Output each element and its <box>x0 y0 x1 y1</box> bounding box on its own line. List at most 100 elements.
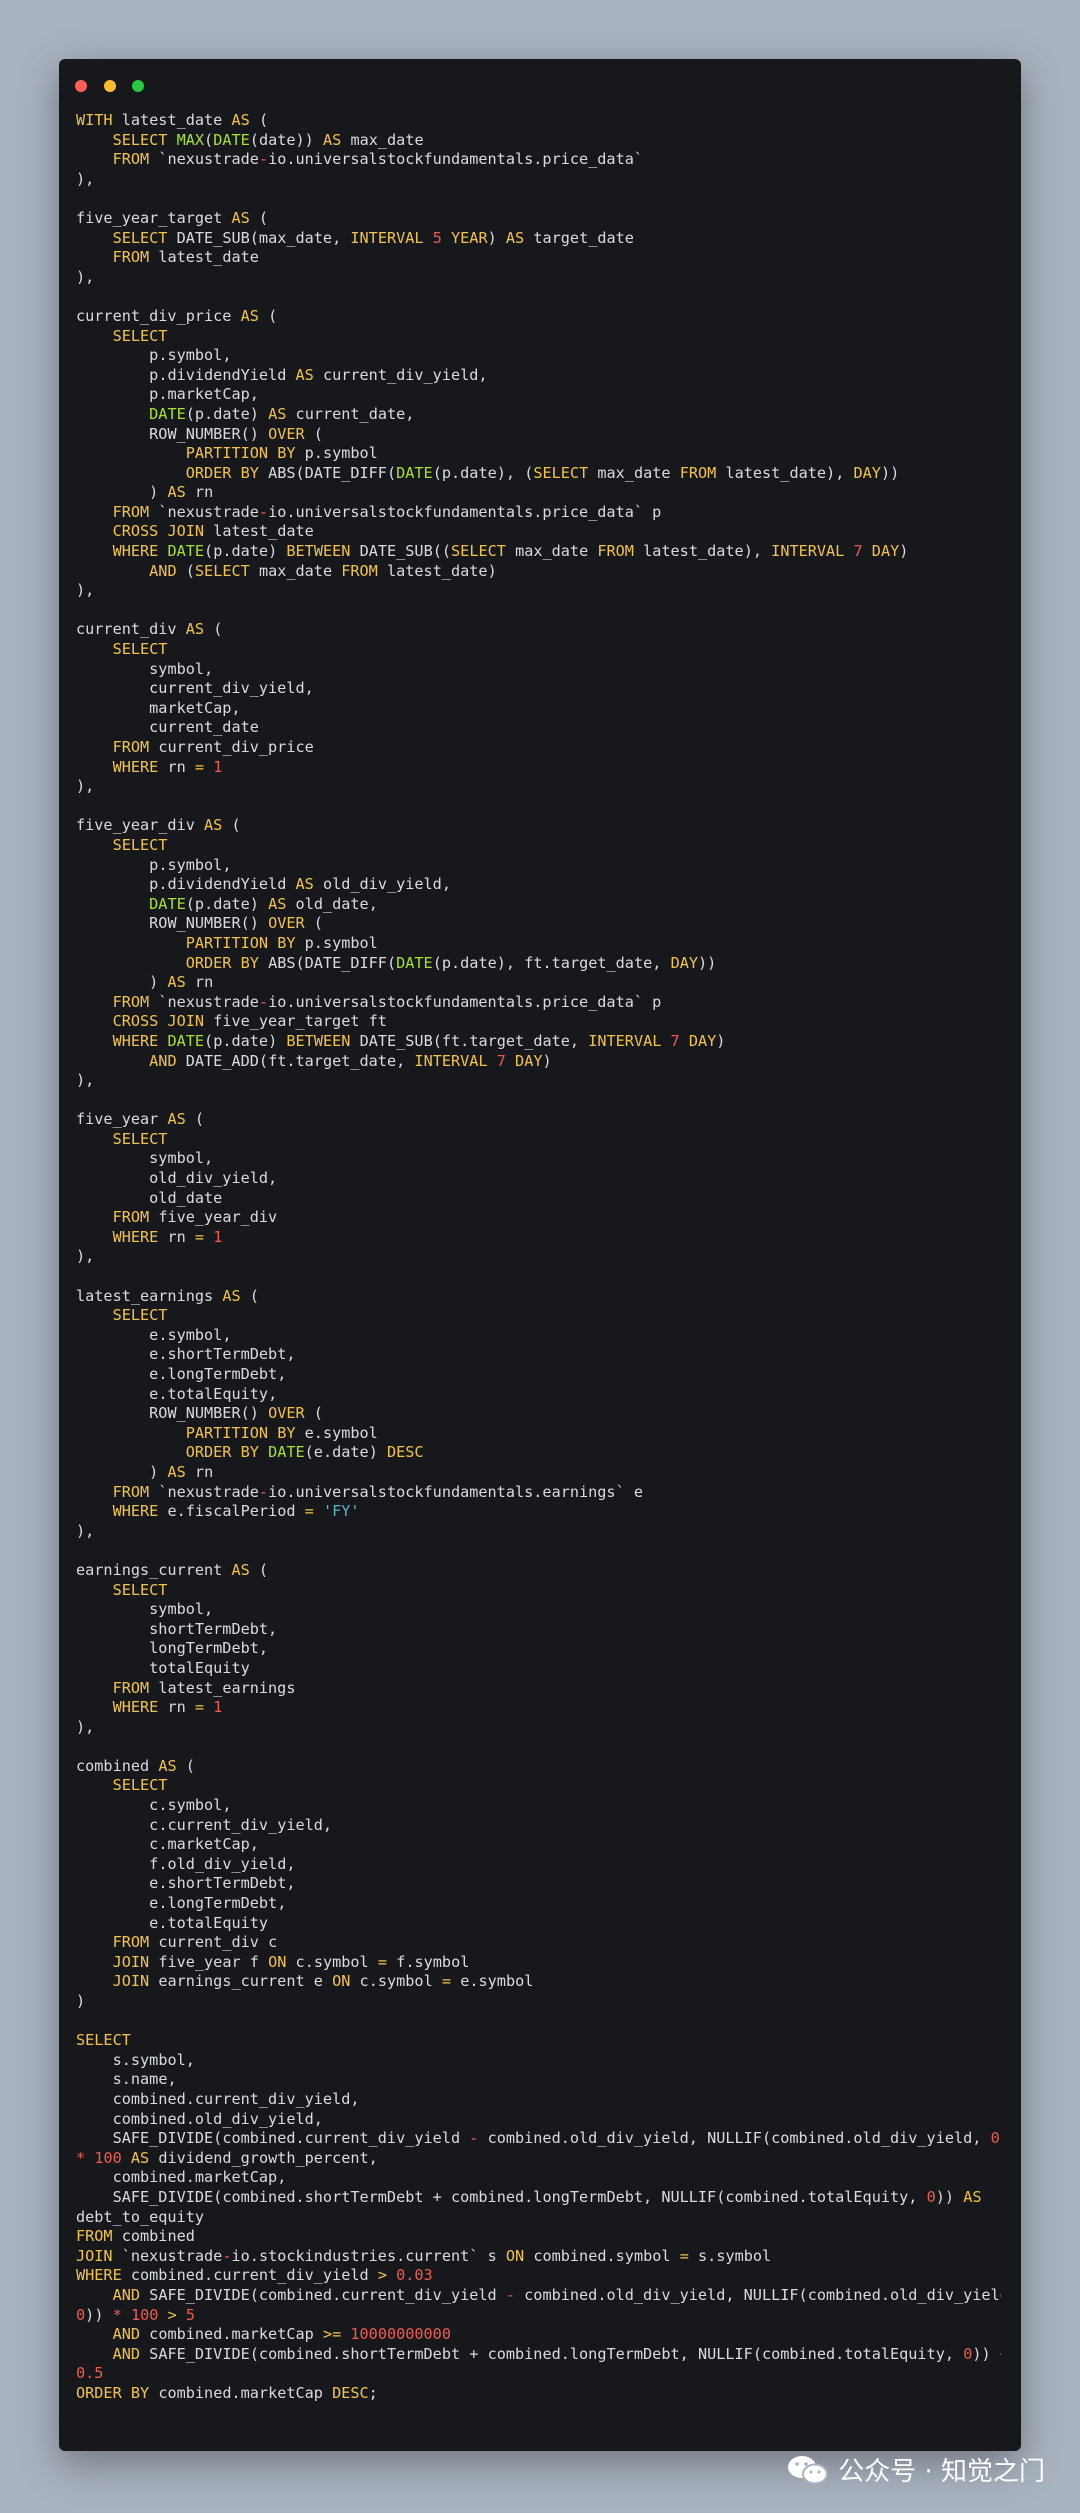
code-line: SELECT <box>112 640 168 659</box>
minimize-dot-icon[interactable] <box>103 80 116 92</box>
code-line: ROW_NUMBER() OVER ( <box>149 424 323 443</box>
code-line: five_year AS ( <box>76 1110 205 1129</box>
code-line: ) AS rn <box>149 483 214 502</box>
code-line: e.shortTermDebt, <box>149 1345 296 1364</box>
code-line: FROM current_div c <box>112 1933 278 1952</box>
code-line: five_year_target AS ( <box>76 208 269 227</box>
code-line: CROSS JOIN five_year_target ft <box>112 1012 387 1031</box>
code-line: SELECT <box>76 2031 131 2050</box>
code-line: WHERE rn = 1 <box>112 1698 223 1717</box>
code-line: shortTermDebt, <box>149 1619 278 1638</box>
code-line: combined.current_div_yield, <box>112 2089 360 2108</box>
code-line: e.symbol, <box>149 1325 232 1344</box>
code-line: SAFE_DIVIDE(combined.current_div_yield -… <box>112 2129 1001 2148</box>
code-line: AND DATE_ADD(ft.target_date, INTERVAL 7 … <box>149 1051 552 1070</box>
code-line: earnings_current AS ( <box>76 1560 269 1579</box>
code-line: DATE(p.date) AS current_date, <box>149 404 415 423</box>
code-line: SELECT <box>112 1129 168 1148</box>
code-line: current_div AS ( <box>76 620 223 639</box>
code-line: c.current_div_yield, <box>149 1815 333 1834</box>
code-line: symbol, <box>149 1600 214 1619</box>
code-line: e.totalEquity, <box>149 1384 278 1403</box>
code-line: old_div_yield, <box>149 1169 278 1188</box>
code-line: AND (SELECT max_date FROM latest_date) <box>149 561 497 580</box>
code-line: ), <box>76 267 95 286</box>
code-line: ), <box>76 1521 95 1540</box>
code-line: totalEquity <box>149 1658 250 1677</box>
code-line: FROM current_div_price <box>112 738 314 756</box>
code-line: FROM `nexustrade-io.universalstockfundam… <box>112 1482 644 1501</box>
code-line: ) <box>76 1992 86 2010</box>
window-controls <box>75 77 151 96</box>
code-line: WHERE DATE(p.date) BETWEEN DATE_SUB(ft.t… <box>112 1031 726 1050</box>
code-window: WITH latest_date AS ( SELECT MAX(DATE(da… <box>59 59 1021 2451</box>
code-line: SELECT DATE_SUB(max_date, INTERVAL 5 YEA… <box>112 228 634 247</box>
code-line: s.name, <box>112 2070 177 2089</box>
code-line: p.marketCap, <box>149 385 259 404</box>
code-line: SELECT <box>112 326 168 345</box>
code-line: AND combined.marketCap >= 10000000000 <box>112 2325 451 2344</box>
code-line: c.symbol, <box>149 1796 232 1815</box>
code-line: FROM latest_earnings <box>112 1678 296 1697</box>
code-line: current_div_price AS ( <box>76 306 278 325</box>
code-line: longTermDebt, <box>149 1639 269 1658</box>
code-line: s.symbol, <box>112 2050 195 2069</box>
code-line: ), <box>76 1717 95 1736</box>
code-line: e.longTermDebt, <box>149 1894 287 1913</box>
code-line: ORDER BY combined.marketCap DESC; <box>76 2383 378 2402</box>
code-line: e.shortTermDebt, <box>149 1874 296 1893</box>
watermark-text: 公众号 · 知觉之门 <box>838 2457 1045 2487</box>
code-line: DATE(p.date) AS old_date, <box>149 894 378 913</box>
close-dot-icon[interactable] <box>75 80 87 92</box>
code-line: ORDER BY ABS(DATE_DIFF(DATE(p.date), (SE… <box>185 463 900 482</box>
code-line: AND SAFE_DIVIDE(combined.current_div_yie… <box>112 2285 1001 2304</box>
code-line: current_date <box>149 718 259 737</box>
code-line: p.dividendYield AS old_div_yield, <box>149 875 451 894</box>
code-line: f.old_div_yield, <box>149 1854 296 1873</box>
code-line: FROM five_year_div <box>112 1208 278 1227</box>
zoom-dot-icon[interactable] <box>132 80 145 92</box>
code-line: ), <box>76 169 95 188</box>
code-line: WHERE e.fiscalPeriod = 'FY' <box>112 1502 360 1521</box>
code-line: ) AS rn <box>149 1462 214 1481</box>
code-line: combined AS ( <box>76 1756 195 1775</box>
code-line: SELECT <box>112 1306 168 1325</box>
code-line: JOIN five_year f ON c.symbol = f.symbol <box>112 1952 470 1971</box>
code-line: FROM latest_date <box>112 248 259 267</box>
code-line: AND SAFE_DIVIDE(combined.shortTermDebt +… <box>112 2344 1001 2363</box>
watermark: 公众号 · 知觉之门 <box>786 2451 1045 2488</box>
code-line: SELECT <box>112 1776 168 1795</box>
code-line: PARTITION BY p.symbol <box>185 444 378 463</box>
code-line: p.dividendYield AS current_div_yield, <box>149 365 488 384</box>
code-line: JOIN `nexustrade-io.stockindustries.curr… <box>76 2246 772 2265</box>
code-line: marketCap, <box>149 698 241 717</box>
code-line: latest_earnings AS ( <box>76 1286 259 1305</box>
code-line: ), <box>76 1071 95 1090</box>
code-line: FROM `nexustrade-io.universalstockfundam… <box>112 502 662 521</box>
code-line: e.longTermDebt, <box>149 1365 287 1383</box>
code-line: ORDER BY DATE(e.date) DESC <box>185 1443 424 1462</box>
code-line: five_year_div AS ( <box>76 816 241 835</box>
code-line: ), <box>76 777 95 796</box>
code-line: WITH latest_date AS ( <box>76 111 269 129</box>
sql-code-block: WITH latest_date AS ( SELECT MAX(DATE(da… <box>76 111 1001 2403</box>
wechat-icon <box>788 2455 829 2484</box>
code-line: combined.old_div_yield, <box>112 2109 323 2128</box>
code-line: 0.5 <box>76 2364 104 2383</box>
code-line: SELECT <box>112 1580 168 1599</box>
code-line: FROM `nexustrade-io.universalstockfundam… <box>112 992 662 1011</box>
code-line: SELECT <box>112 835 168 854</box>
code-line: FROM `nexustrade-io.universalstockfundam… <box>112 150 644 169</box>
code-line: debt_to_equity <box>76 2207 205 2226</box>
code-line: * 100 AS dividend_growth_percent, <box>76 2148 378 2167</box>
code-line: ROW_NUMBER() OVER ( <box>149 914 323 933</box>
code-line: p.symbol, <box>149 346 232 365</box>
code-line: 0)) * 100 > 5 <box>76 2305 195 2324</box>
